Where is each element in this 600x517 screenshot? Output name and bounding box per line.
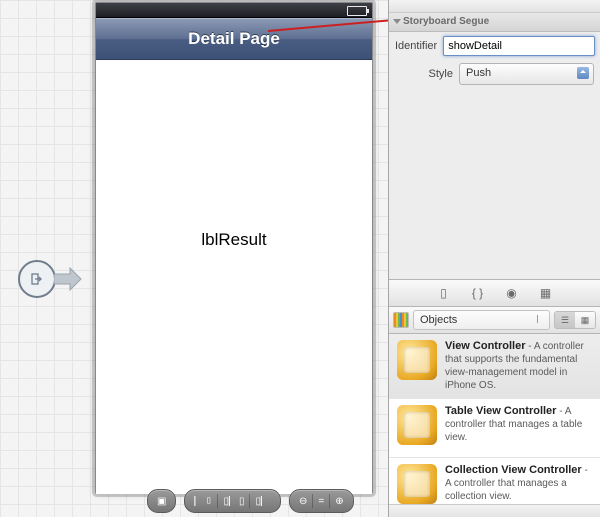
library-item-icon: [397, 464, 437, 504]
segue-icon: [18, 260, 56, 298]
view-content[interactable]: lblResult: [96, 60, 372, 494]
style-select[interactable]: Push: [459, 63, 594, 85]
identifier-field[interactable]: [443, 36, 595, 56]
library-filter-field[interactable]: Objects: [413, 310, 550, 330]
identifier-label: Identifier: [395, 40, 443, 52]
library-category-icon[interactable]: [393, 312, 409, 328]
navigation-bar[interactable]: Detail Page: [96, 18, 372, 60]
status-bar: [96, 3, 372, 18]
library-item-icon: [397, 340, 437, 380]
inspector-empty-area: [389, 88, 600, 279]
identifier-row: Identifier: [389, 32, 600, 60]
library-item[interactable]: Collection View Controller - A controlle…: [389, 458, 600, 504]
inspector-panel: Storyboard Segue Identifier Style Push ▯…: [388, 0, 600, 517]
file-template-tab-icon[interactable]: ▯: [436, 285, 452, 301]
segue-arrow-icon: [54, 267, 82, 291]
scroll-cap: [389, 0, 600, 13]
library-item-icon: [397, 405, 437, 445]
nav-title: Detail Page: [188, 29, 280, 48]
view-controller-scene[interactable]: Detail Page lblResult: [95, 2, 373, 494]
alignment-controls[interactable]: ⎸▯ ▯⎸▯ ▯⎸: [184, 489, 281, 513]
library-tabs: ▯ { } ◉ ▦: [389, 279, 600, 307]
library-item-text: Table View Controller - A controller tha…: [445, 405, 592, 444]
result-label[interactable]: lblResult: [96, 230, 372, 250]
align-center-icon[interactable]: ▯⎸▯: [220, 496, 247, 507]
align-left-icon[interactable]: ⎸▯: [191, 496, 215, 507]
code-snippet-tab-icon[interactable]: { }: [470, 285, 486, 301]
library-item[interactable]: Table View Controller - A controller tha…: [389, 399, 600, 458]
canvas-toolbar: ▣ ⎸▯ ▯⎸▯ ▯⎸ ⊖ = ⊕: [147, 489, 354, 513]
grid-view-icon[interactable]: ▦: [575, 312, 595, 328]
document-outline-toggle[interactable]: ▣: [147, 489, 176, 513]
battery-icon: [347, 6, 367, 16]
library-view-toggle[interactable]: ☰ ▦: [554, 311, 596, 329]
outline-icon: ▣: [154, 496, 169, 507]
segue-section-header[interactable]: Storyboard Segue: [389, 13, 600, 32]
style-row: Style Push: [389, 60, 600, 88]
library-item-text: View Controller - A controller that supp…: [445, 340, 592, 392]
library-item-text: Collection View Controller - A controlle…: [445, 464, 592, 503]
object-tab-icon[interactable]: ◉: [504, 285, 520, 301]
library-header: Objects ☰ ▦: [389, 307, 600, 334]
align-right-icon[interactable]: ▯⎸: [252, 496, 274, 507]
list-view-icon[interactable]: ☰: [555, 312, 575, 328]
style-label: Style: [395, 68, 459, 80]
zoom-in-icon[interactable]: ⊕: [332, 496, 346, 507]
zoom-fit-icon[interactable]: =: [315, 496, 327, 507]
zoom-out-icon[interactable]: ⊖: [296, 496, 310, 507]
library-item[interactable]: View Controller - A controller that supp…: [389, 334, 600, 399]
segue-indicator[interactable]: [18, 260, 82, 298]
scroll-cap: [389, 504, 600, 517]
zoom-controls[interactable]: ⊖ = ⊕: [289, 489, 354, 513]
object-library-list[interactable]: View Controller - A controller that supp…: [389, 334, 600, 504]
media-tab-icon[interactable]: ▦: [538, 285, 554, 301]
storyboard-canvas[interactable]: Detail Page lblResult ▣ ⎸▯ ▯⎸▯ ▯⎸ ⊖: [0, 0, 388, 517]
